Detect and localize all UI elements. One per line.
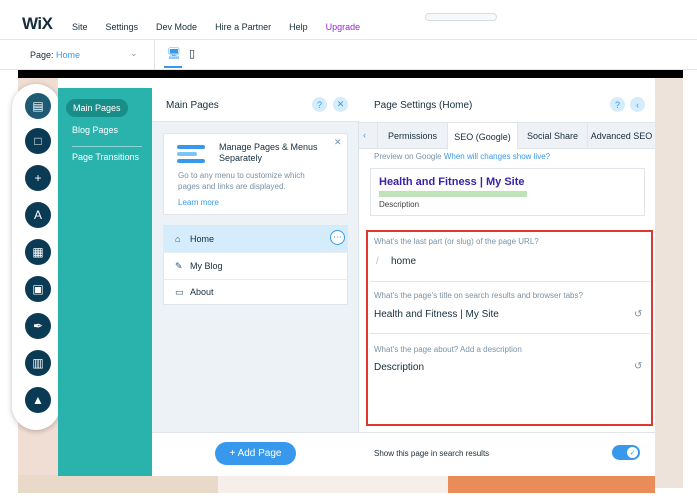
preview-description: Description bbox=[379, 200, 420, 209]
tab-permissions[interactable]: Permissions bbox=[377, 123, 447, 149]
page-item-about[interactable]: ▭ About bbox=[163, 279, 348, 305]
close-icon[interactable]: ✕ bbox=[333, 97, 348, 112]
page-item-label: My Blog bbox=[190, 261, 223, 271]
add-page-button[interactable]: + Add Page bbox=[215, 442, 296, 465]
media-icon[interactable]: ▣ bbox=[25, 276, 51, 302]
url-slash: / bbox=[376, 256, 379, 267]
preview-url-blurred bbox=[379, 191, 527, 197]
seo-description-label: What's the page about? Add a description bbox=[374, 345, 522, 354]
divider bbox=[154, 40, 155, 70]
menu-help[interactable]: Help bbox=[289, 22, 308, 32]
tabs-prev-icon[interactable]: ‹ bbox=[363, 130, 366, 140]
check-icon: ✓ bbox=[627, 447, 638, 458]
site-background-bottom bbox=[448, 475, 655, 493]
url-slug-label: What's the last part (or slug) of the pa… bbox=[374, 237, 539, 246]
google-preview-label: Preview on Google When will changes show… bbox=[374, 152, 550, 161]
url-slug-field[interactable]: home bbox=[391, 256, 416, 267]
sub-bar bbox=[0, 40, 697, 70]
site-header-strip bbox=[18, 70, 683, 78]
desktop-view-icon[interactable]: 🖥 bbox=[167, 47, 181, 60]
blog-icon[interactable]: ✒ bbox=[25, 313, 51, 339]
search-visibility-toggle[interactable]: ✓ bbox=[612, 445, 640, 460]
site-background-bottom bbox=[18, 475, 218, 493]
theme-icon[interactable]: A bbox=[25, 202, 51, 228]
divider bbox=[72, 146, 142, 147]
seo-title-field[interactable]: Health and Fitness | My Site bbox=[374, 309, 499, 320]
changes-live-link[interactable]: When will changes show live? bbox=[444, 152, 550, 161]
category-blog-pages[interactable]: Blog Pages bbox=[72, 125, 118, 135]
preview-label-text: Preview on Google bbox=[374, 152, 442, 161]
seo-description-field[interactable]: Description bbox=[374, 362, 424, 373]
reset-icon[interactable]: ↺ bbox=[634, 361, 642, 372]
bookings-icon[interactable]: ▥ bbox=[25, 350, 51, 376]
app-market-icon[interactable]: ▦ bbox=[25, 239, 51, 265]
tab-social-share[interactable]: Social Share bbox=[517, 123, 587, 149]
tip-title: Manage Pages & Menus Separately bbox=[219, 142, 318, 163]
top-menu: Site Settings Dev Mode Hire a Partner He… bbox=[72, 22, 360, 32]
menu-site[interactable]: Site bbox=[72, 22, 88, 32]
wix-logo[interactable]: WiX bbox=[22, 14, 53, 34]
category-page-transitions[interactable]: Page Transitions bbox=[72, 152, 139, 162]
pages-icon[interactable]: ▤ bbox=[25, 93, 51, 119]
add-icon[interactable]: + bbox=[25, 165, 51, 191]
chevron-down-icon[interactable]: ⌄ bbox=[130, 48, 138, 59]
top-search-pill[interactable] bbox=[425, 13, 497, 21]
page-icon: ▭ bbox=[175, 287, 184, 297]
divider bbox=[370, 281, 650, 282]
help-icon[interactable]: ? bbox=[610, 97, 625, 112]
page-selector[interactable]: Page: Home bbox=[30, 50, 80, 60]
site-background-bottom bbox=[218, 475, 448, 493]
background-icon[interactable]: □ bbox=[25, 128, 51, 154]
mobile-view-icon[interactable]: ▯ bbox=[189, 47, 195, 60]
my-business-icon[interactable]: ▲ bbox=[25, 387, 51, 413]
page-item-home[interactable]: ⌂ Home bbox=[163, 226, 348, 252]
menu-settings[interactable]: Settings bbox=[106, 22, 139, 32]
top-bar bbox=[0, 0, 697, 40]
page-settings-title: Page Settings (Home) bbox=[374, 100, 473, 111]
page-item-label: About bbox=[190, 287, 214, 297]
pages-menu-illustration-icon bbox=[177, 145, 207, 167]
page-selector-value: Home bbox=[56, 50, 81, 60]
blog-page-icon: ✎ bbox=[175, 261, 183, 271]
page-more-actions-icon[interactable]: ⋯ bbox=[330, 230, 345, 245]
preview-title: Health and Fitness | My Site bbox=[379, 176, 525, 188]
category-main-pages[interactable]: Main Pages bbox=[66, 99, 128, 117]
search-visibility-label: Show this page in search results bbox=[374, 449, 490, 458]
back-icon[interactable]: ‹ bbox=[630, 97, 645, 112]
site-background-right bbox=[655, 78, 683, 488]
tip-close-icon[interactable]: ✕ bbox=[334, 137, 342, 148]
menu-dev-mode[interactable]: Dev Mode bbox=[156, 22, 197, 32]
page-item-label: Home bbox=[190, 234, 215, 244]
page-item-my-blog[interactable]: ✎ My Blog bbox=[163, 253, 348, 279]
tab-seo-google[interactable]: SEO (Google) bbox=[447, 123, 517, 150]
tip-body: Go to any menu to customize which pages … bbox=[178, 171, 305, 191]
divider bbox=[370, 333, 650, 334]
seo-title-label: What's the page's title on search result… bbox=[374, 291, 583, 300]
help-icon[interactable]: ? bbox=[312, 97, 327, 112]
menu-upgrade[interactable]: Upgrade bbox=[326, 22, 361, 32]
page-selector-label: Page: bbox=[30, 50, 54, 60]
main-pages-title: Main Pages bbox=[166, 100, 219, 111]
home-icon: ⌂ bbox=[175, 234, 181, 244]
reset-icon[interactable]: ↺ bbox=[634, 309, 642, 320]
tab-advanced-seo[interactable]: Advanced SEO bbox=[587, 123, 655, 149]
menu-hire-partner[interactable]: Hire a Partner bbox=[215, 22, 271, 32]
learn-more-link[interactable]: Learn more bbox=[178, 198, 219, 207]
active-device-indicator bbox=[164, 66, 182, 68]
